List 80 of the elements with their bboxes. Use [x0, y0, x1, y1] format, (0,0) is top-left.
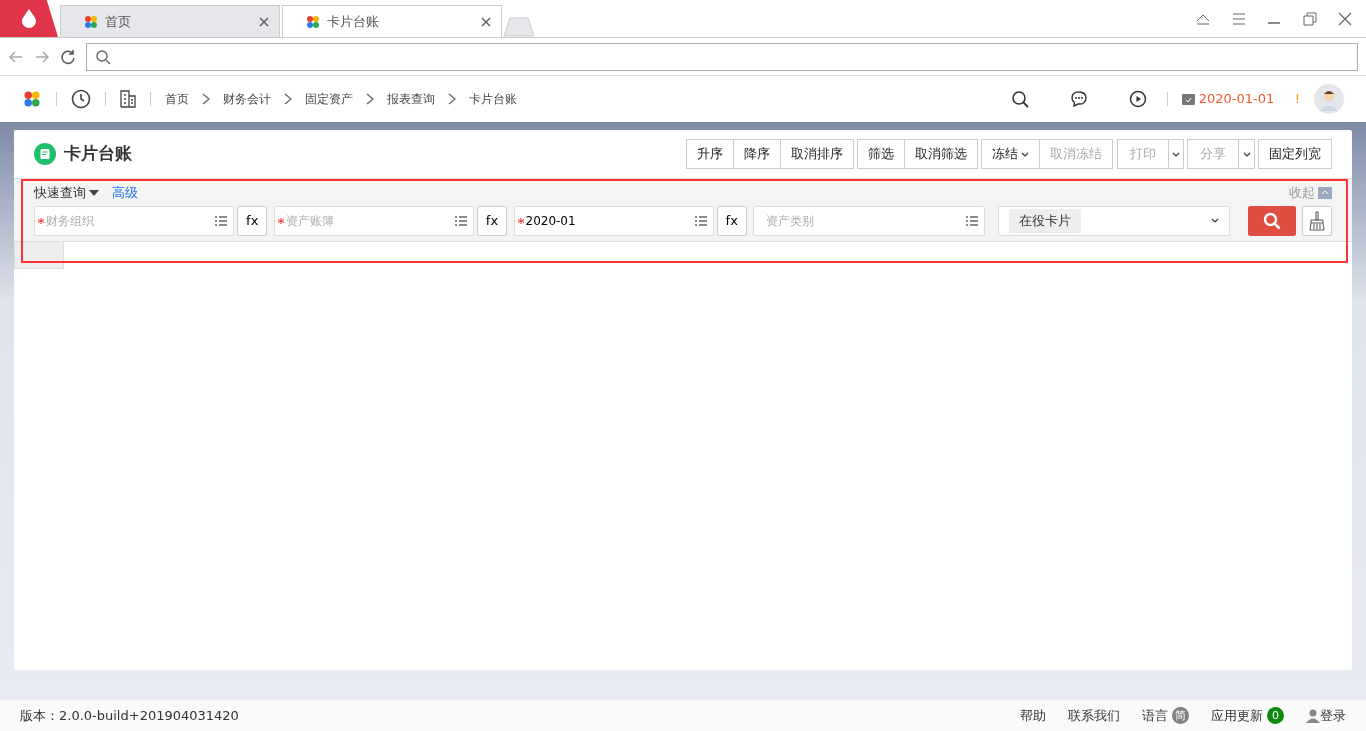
reference-field[interactable]: 2020-01: [513, 205, 714, 236]
toolbar-button[interactable]: 升序: [685, 139, 734, 169]
page-title: 卡片台账: [64, 142, 132, 166]
close-icon[interactable]: [481, 16, 491, 27]
reference-field[interactable]: 财务组织: [34, 205, 234, 236]
formula-button[interactable]: fx: [716, 205, 747, 236]
breadcrumb-link[interactable]: 财务会计: [223, 90, 271, 108]
search-icon: [1262, 211, 1281, 230]
clear-button[interactable]: [1302, 205, 1332, 236]
forward-icon[interactable]: [34, 48, 50, 65]
chevron-icon: [448, 93, 456, 105]
toolbar-button[interactable]: 取消筛选: [903, 139, 978, 169]
count-badge: 简: [1172, 707, 1189, 724]
breadcrumb-link[interactable]: 报表查询: [387, 90, 435, 108]
reference-field[interactable]: 资产类别: [753, 205, 986, 236]
selected-tag[interactable]: 在役卡片: [1009, 209, 1082, 233]
search-button[interactable]: [1247, 205, 1296, 236]
list-icon[interactable]: [215, 215, 227, 226]
app-logo-icon: [305, 13, 321, 30]
menu-icon[interactable]: [1230, 10, 1247, 27]
list-icon[interactable]: [966, 215, 979, 226]
footer-link[interactable]: 应用更新 0: [1211, 705, 1284, 726]
caret-icon: [1021, 152, 1030, 159]
breadcrumb-link[interactable]: 首页: [165, 90, 189, 108]
status-select[interactable]: 在役卡片: [998, 205, 1231, 236]
breadcrumb-link[interactable]: 固定资产: [305, 90, 353, 108]
alert-mark: !: [1294, 90, 1300, 109]
list-icon[interactable]: [694, 215, 707, 226]
app-logo-icon: [83, 13, 99, 30]
caret-icon: [1171, 152, 1180, 159]
count-badge: 0: [1267, 707, 1284, 724]
footer-link[interactable]: 帮助: [1020, 705, 1046, 726]
caret-icon: [1242, 152, 1251, 159]
list-icon[interactable]: [454, 215, 467, 226]
chevron-up-icon: [1318, 186, 1332, 199]
toolbar-button[interactable]: 筛选: [856, 139, 905, 169]
input-field[interactable]: 财务组织: [44, 210, 215, 231]
search-icon[interactable]: [1010, 90, 1029, 108]
query-mode-dropdown[interactable]: 快速查询: [34, 183, 100, 203]
browser-tab[interactable]: 卡片台账: [282, 5, 502, 37]
clock-icon[interactable]: [71, 89, 91, 109]
dropdown-toggle-button[interactable]: [1238, 139, 1255, 169]
chevron-icon: [202, 93, 210, 105]
chat-bubble-icon[interactable]: [1069, 90, 1088, 108]
close-icon[interactable]: [259, 16, 269, 27]
input-field[interactable]: 2020-01: [523, 210, 695, 231]
chevron-icon: [284, 93, 292, 105]
toolbar-button[interactable]: 固定列宽: [1258, 139, 1332, 169]
toolbar-button[interactable]: 降序: [732, 139, 781, 169]
address-bar[interactable]: [86, 42, 1358, 71]
avatar-icon[interactable]: [1314, 84, 1344, 114]
toolbar-button[interactable]: 冻结: [981, 139, 1041, 169]
app-logo-icon[interactable]: [22, 89, 42, 109]
input-field[interactable]: 资产类别: [763, 210, 967, 231]
play-icon[interactable]: [1128, 90, 1147, 108]
calendar-icon: [1182, 93, 1196, 105]
user-icon: [1306, 708, 1320, 723]
version-text: 版本：2.0.0-build+201904031420: [20, 706, 239, 725]
advanced-link[interactable]: 高级: [112, 183, 139, 203]
chevron-down-icon: [1211, 217, 1220, 224]
formula-button[interactable]: fx: [477, 205, 507, 236]
restore-icon[interactable]: [1301, 10, 1318, 27]
reference-field[interactable]: 资产账簿: [273, 205, 474, 236]
toolbar-button[interactable]: 取消排序: [779, 139, 854, 169]
browser-tab[interactable]: 首页: [60, 5, 280, 37]
triangle-down-icon: [89, 189, 100, 196]
input-field[interactable]: 资产账簿: [283, 210, 455, 231]
building-icon[interactable]: [120, 90, 136, 108]
chevron-icon: [366, 93, 374, 105]
breadcrumb-link[interactable]: 卡片台账: [469, 90, 517, 108]
broom-icon: [1308, 210, 1326, 231]
footer-link[interactable]: 语言 简: [1142, 705, 1189, 726]
document-icon: [34, 143, 56, 165]
close-icon[interactable]: [1337, 10, 1353, 27]
footer-link[interactable]: 登录: [1306, 705, 1346, 726]
back-icon[interactable]: [8, 48, 24, 65]
footer-link[interactable]: 联系我们: [1068, 705, 1120, 726]
reload-icon[interactable]: [60, 48, 76, 65]
formula-button[interactable]: fx: [237, 205, 268, 236]
search-icon: [95, 48, 111, 65]
